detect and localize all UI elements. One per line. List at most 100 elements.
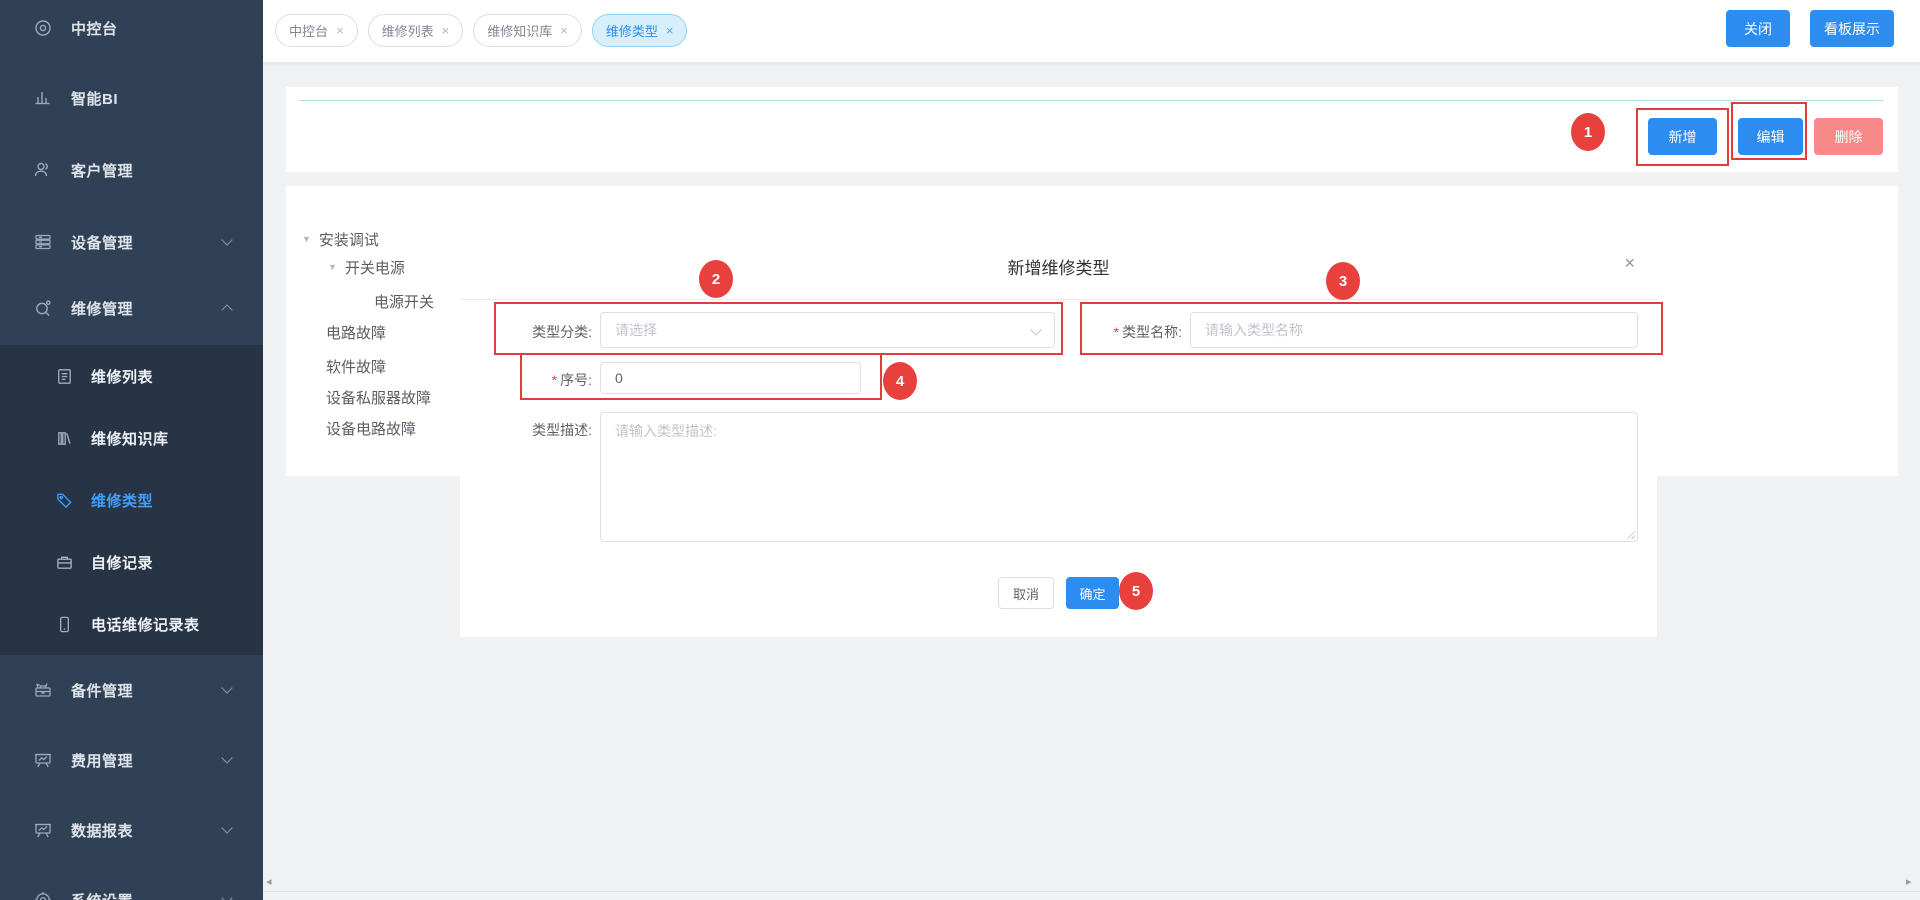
delete-button[interactable]: 删除	[1814, 118, 1883, 155]
board-view-button[interactable]: 看板展示	[1810, 10, 1894, 47]
tab-close-icon[interactable]: ×	[560, 24, 568, 37]
tree-expand-icon[interactable]: ▼	[302, 234, 311, 244]
repair-submenu: 维修列表 维修知识库 维修类型 自修记录 电话维修记录表	[0, 345, 263, 655]
sidebar-item-repair-list[interactable]: 维修列表	[0, 345, 263, 407]
sidebar-item-label: 中控台	[71, 18, 118, 39]
tree-node-label: 电路故障	[326, 322, 386, 343]
sidebar-item-label: 电话维修记录表	[91, 614, 200, 635]
tree-node-device-circuit-fault[interactable]: 设备电路故障	[326, 416, 416, 440]
sidebar-item-repair[interactable]: 维修管理	[0, 280, 263, 336]
chevron-down-icon	[221, 682, 232, 693]
sidebar-item-bi[interactable]: 智能BI	[0, 70, 263, 126]
sidebar-item-label: 客户管理	[71, 160, 133, 181]
tab-strip: 中控台 × 维修列表 × 维修知识库 × 维修类型 ×	[275, 14, 687, 47]
sidebar-item-repair-type[interactable]: 维修类型	[0, 469, 263, 531]
server-icon	[33, 232, 53, 252]
tab-label: 维修列表	[382, 21, 434, 40]
tag-icon	[55, 491, 74, 510]
sidebar-item-console[interactable]: 中控台	[0, 0, 263, 56]
chart-board-icon	[33, 820, 53, 840]
type-description-textarea[interactable]	[600, 412, 1638, 542]
sidebar-item-label: 自修记录	[91, 552, 153, 573]
sidebar-item-label: 费用管理	[71, 750, 133, 771]
tab-repair-list[interactable]: 维修列表 ×	[368, 14, 464, 47]
dialog-header-divider	[460, 299, 1657, 300]
document-list-icon	[55, 367, 74, 386]
chevron-down-icon	[221, 752, 232, 763]
cancel-button[interactable]: 取消	[998, 577, 1054, 609]
tab-repair-type[interactable]: 维修类型 ×	[592, 14, 688, 47]
sidebar-item-label: 设备管理	[71, 232, 133, 253]
sidebar-item-phone-records[interactable]: 电话维修记录表	[0, 593, 263, 655]
sidebar-item-label: 维修类型	[91, 490, 153, 511]
tree-node-label: 设备电路故障	[326, 418, 416, 439]
sidebar: 中控台 智能BI 客户管理 设备管理 维修管理 维修列表 维修知识库 维修类型	[0, 0, 263, 900]
tab-label: 维修类型	[606, 21, 658, 40]
sidebar-item-settings[interactable]: 系统设置	[0, 872, 263, 900]
tree-node-label: 安装调试	[319, 229, 379, 250]
tab-label: 中控台	[289, 21, 328, 40]
sidebar-item-fees[interactable]: 费用管理	[0, 732, 263, 788]
topbar: 中控台 × 维修列表 × 维修知识库 × 维修类型 × 关闭 看板展示	[263, 0, 1920, 62]
sidebar-item-spare-parts[interactable]: 备件管理	[0, 662, 263, 718]
tree-node-server-fault[interactable]: 设备私服器故障	[326, 385, 431, 409]
sidebar-item-label: 维修知识库	[91, 428, 169, 449]
chevron-down-icon	[221, 892, 232, 900]
tree-node-label: 设备私服器故障	[326, 387, 431, 408]
close-page-button[interactable]: 关闭	[1726, 10, 1790, 47]
console-icon	[33, 18, 53, 38]
bar-chart-icon	[33, 88, 53, 108]
chart-board-icon	[33, 750, 53, 770]
tree-node-software-fault[interactable]: 软件故障	[326, 354, 386, 378]
mobile-phone-icon	[55, 615, 74, 634]
chevron-down-icon	[221, 822, 232, 833]
magnifier-icon	[33, 298, 53, 318]
card-top-divider	[299, 100, 1884, 101]
confirm-button[interactable]: 确定	[1066, 577, 1119, 609]
tree-node-install-debug[interactable]: ▼ 安装调试	[302, 227, 379, 251]
scroll-left-icon[interactable]: ◂	[266, 875, 272, 888]
tree-node-label: 开关电源	[345, 257, 405, 278]
category-select[interactable]	[600, 312, 1055, 348]
chevron-down-icon	[221, 234, 232, 245]
horizontal-scrollbar-track	[263, 891, 1920, 892]
sidebar-item-label: 系统设置	[71, 890, 133, 900]
books-icon	[55, 429, 74, 448]
name-field-label: *类型名称:	[1060, 322, 1182, 342]
sidebar-item-devices[interactable]: 设备管理	[0, 214, 263, 270]
dialog-title: 新增维修类型	[460, 254, 1657, 279]
add-button[interactable]: 新增	[1648, 118, 1717, 155]
category-field-label: 类型分类:	[460, 322, 592, 342]
sequence-input[interactable]	[600, 362, 861, 394]
tab-label: 维修知识库	[487, 21, 552, 40]
gear-icon	[33, 890, 53, 900]
tab-close-icon[interactable]: ×	[666, 24, 674, 37]
tab-close-icon[interactable]: ×	[442, 24, 450, 37]
edit-button[interactable]: 编辑	[1738, 118, 1803, 155]
sidebar-item-customers[interactable]: 客户管理	[0, 142, 263, 198]
briefcase-icon	[55, 553, 74, 572]
sidebar-item-label: 维修列表	[91, 366, 153, 387]
tree-node-label: 软件故障	[326, 356, 386, 377]
dialog-close-icon[interactable]: ×	[1624, 254, 1635, 272]
add-repair-type-dialog: 新增维修类型 × 类型分类: *类型名称: *序号: 类型描述: 取消 确定	[460, 238, 1657, 637]
chevron-up-icon	[221, 304, 232, 315]
tab-close-icon[interactable]: ×	[336, 24, 344, 37]
tree-node-switch-power[interactable]: ▼ 开关电源	[328, 255, 405, 279]
tree-expand-icon[interactable]: ▼	[328, 262, 337, 272]
tree-node-power-switch[interactable]: 电源开关	[374, 289, 434, 313]
sidebar-item-knowledge-base[interactable]: 维修知识库	[0, 407, 263, 469]
toolbar-card: 新增 编辑 删除	[286, 87, 1898, 172]
tab-console[interactable]: 中控台 ×	[275, 14, 358, 47]
required-asterisk: *	[552, 372, 557, 388]
sidebar-item-reports[interactable]: 数据报表	[0, 802, 263, 858]
toolbox-icon	[33, 680, 53, 700]
type-name-input[interactable]	[1190, 312, 1638, 348]
tab-knowledge-base[interactable]: 维修知识库 ×	[473, 14, 582, 47]
sidebar-item-label: 数据报表	[71, 820, 133, 841]
sidebar-item-label: 智能BI	[71, 88, 118, 109]
tree-node-circuit-fault[interactable]: 电路故障	[326, 320, 386, 344]
sidebar-item-self-repair[interactable]: 自修记录	[0, 531, 263, 593]
tree-node-label: 电源开关	[374, 291, 434, 312]
scroll-right-icon[interactable]: ▸	[1906, 875, 1912, 888]
